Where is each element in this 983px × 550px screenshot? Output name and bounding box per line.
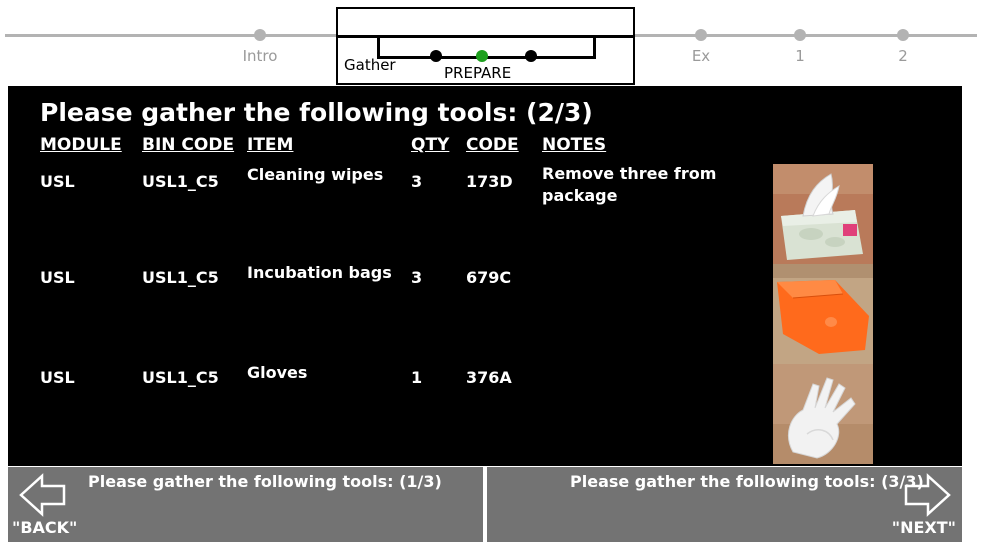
cell-item: Cleaning wipes bbox=[247, 165, 384, 184]
next-button[interactable]: Please gather the following tools: (3/3)… bbox=[487, 467, 962, 542]
timeline-step-2-dot[interactable] bbox=[897, 29, 909, 41]
cell-bin-code: USL1_C5 bbox=[142, 268, 219, 287]
cell-module: USL bbox=[40, 172, 75, 191]
zoom-step-dot[interactable] bbox=[525, 50, 537, 62]
column-header-item: ITEM bbox=[247, 135, 294, 155]
progress-timeline: Intro Ex 1 2 Gather PREPARE bbox=[0, 0, 983, 86]
zoom-step-dot[interactable] bbox=[430, 50, 442, 62]
back-button-text: Please gather the following tools: (1/3) bbox=[88, 472, 442, 491]
timeline-step-ex-label: Ex bbox=[691, 47, 711, 65]
timeline-zoom-box: Gather PREPARE bbox=[336, 7, 635, 85]
page-title: Please gather the following tools: (2/3) bbox=[40, 98, 593, 127]
column-header-code: CODE bbox=[466, 135, 519, 155]
next-key-label: "NEXT" bbox=[891, 518, 956, 537]
column-header-bin-code: BIN CODE bbox=[142, 135, 235, 155]
column-header-module: MODULE bbox=[40, 135, 122, 155]
timeline-step-2-label: 2 bbox=[898, 47, 908, 65]
back-button[interactable]: Please gather the following tools: (1/3)… bbox=[8, 467, 483, 542]
gloves-photo bbox=[773, 364, 873, 464]
cell-module: USL bbox=[40, 268, 75, 287]
zoom-group-label: Gather bbox=[344, 56, 396, 74]
timeline-step-intro-dot[interactable] bbox=[254, 29, 266, 41]
cell-notes: Remove three from package bbox=[542, 164, 717, 205]
tissue-box-photo bbox=[773, 164, 873, 264]
left-arrow-icon bbox=[19, 473, 66, 517]
timeline-step-1-label: 1 bbox=[795, 47, 805, 65]
cell-qty: 1 bbox=[411, 368, 423, 387]
cell-item: Incubation bags bbox=[247, 263, 392, 282]
timeline-step-ex-dot[interactable] bbox=[695, 29, 707, 41]
zoom-current-step-dot[interactable] bbox=[476, 50, 488, 62]
cell-item: Gloves bbox=[247, 363, 308, 382]
timeline-step-1-dot[interactable] bbox=[794, 29, 806, 41]
cell-code: 376A bbox=[466, 368, 512, 387]
cell-bin-code: USL1_C5 bbox=[142, 368, 219, 387]
cell-module: USL bbox=[40, 368, 75, 387]
column-header-notes: NOTES bbox=[542, 135, 607, 155]
zoom-current-label: PREPARE bbox=[444, 64, 512, 82]
cell-qty: 3 bbox=[411, 172, 423, 191]
tools-panel: Please gather the following tools: (2/3)… bbox=[8, 86, 962, 466]
cell-code: 173D bbox=[466, 172, 513, 191]
back-key-label: "BACK" bbox=[12, 518, 78, 537]
timeline-step-intro-label: Intro bbox=[242, 47, 278, 65]
orange-bag-photo bbox=[773, 264, 873, 364]
next-button-text: Please gather the following tools: (3/3) bbox=[570, 472, 924, 491]
column-header-qty: QTY bbox=[411, 135, 450, 155]
cell-code: 679C bbox=[466, 268, 512, 287]
right-arrow-icon bbox=[904, 473, 951, 517]
cell-bin-code: USL1_C5 bbox=[142, 172, 219, 191]
cell-qty: 3 bbox=[411, 268, 423, 287]
